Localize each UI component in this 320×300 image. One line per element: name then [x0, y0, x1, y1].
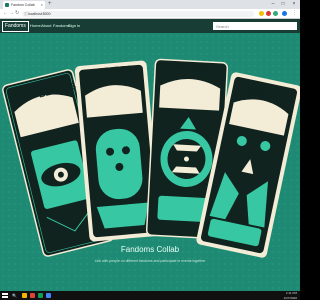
taskbar-clock[interactable]: 2:11 PM 1/27/2020 [284, 291, 297, 300]
extension-icon[interactable] [266, 11, 271, 16]
menu-icon[interactable]: ⋮ [292, 9, 297, 18]
nav-home[interactable]: Home [30, 19, 41, 33]
extension-icon[interactable] [273, 11, 278, 16]
clock-time: 2:11 PM [286, 291, 297, 295]
website: Fandoms Home About Fandoms Sign in Searc… [0, 19, 300, 291]
site-brand[interactable]: Fandoms [2, 21, 29, 32]
nav-sign-in[interactable]: Sign in [68, 19, 80, 33]
hero-title: Fandoms Collab [120, 245, 180, 254]
address-url: localhost:8000 [28, 11, 51, 16]
favicon-icon [5, 3, 9, 7]
browser-tab[interactable]: Fandom Collab × [3, 1, 45, 9]
site-search-input[interactable] [213, 22, 297, 30]
address-bar[interactable]: ⓘ localhost:8000 [22, 10, 254, 17]
profile-avatar[interactable] [282, 11, 287, 16]
star-icon[interactable] [259, 11, 264, 16]
taskbar-search-icon[interactable]: 🔍 [12, 293, 17, 298]
hero-subtitle: Link with people on different fandoms an… [94, 259, 206, 263]
reload-button[interactable]: ↻ [15, 9, 19, 18]
tab-title: Fandom Collab [11, 3, 35, 7]
chrome-icon[interactable] [30, 293, 35, 298]
maximize-button[interactable]: □ [278, 0, 288, 9]
browser-tab-bar: Fandom Collab × + – □ × [0, 0, 300, 9]
clock-date: 1/27/2020 [283, 295, 297, 300]
site-navbar: Fandoms Home About Fandoms Sign in [0, 19, 300, 33]
browser-toolbar: ← → ↻ ⓘ localhost:8000 ⋮ [0, 9, 300, 19]
file-explorer-icon[interactable] [22, 293, 27, 298]
minimize-button[interactable]: – [268, 0, 278, 9]
site-info-icon[interactable]: ⓘ [24, 11, 28, 17]
tab-close-icon[interactable]: × [41, 2, 43, 7]
back-button[interactable]: ← [3, 9, 8, 18]
nav-about[interactable]: About [41, 19, 51, 33]
taskbar-app-icon[interactable] [38, 293, 43, 298]
forward-button[interactable]: → [9, 9, 14, 18]
taskbar-app-icon[interactable] [46, 293, 51, 298]
close-window-button[interactable]: × [289, 0, 299, 9]
hero-section: BELIEFS TRIBES LANGUAGE RITUALS Fandoms … [0, 33, 300, 291]
new-tab-button[interactable]: + [48, 1, 52, 8]
windows-start-icon[interactable] [2, 292, 8, 299]
os-taskbar: 🔍 2:11 PM 1/27/2020 [0, 291, 300, 300]
